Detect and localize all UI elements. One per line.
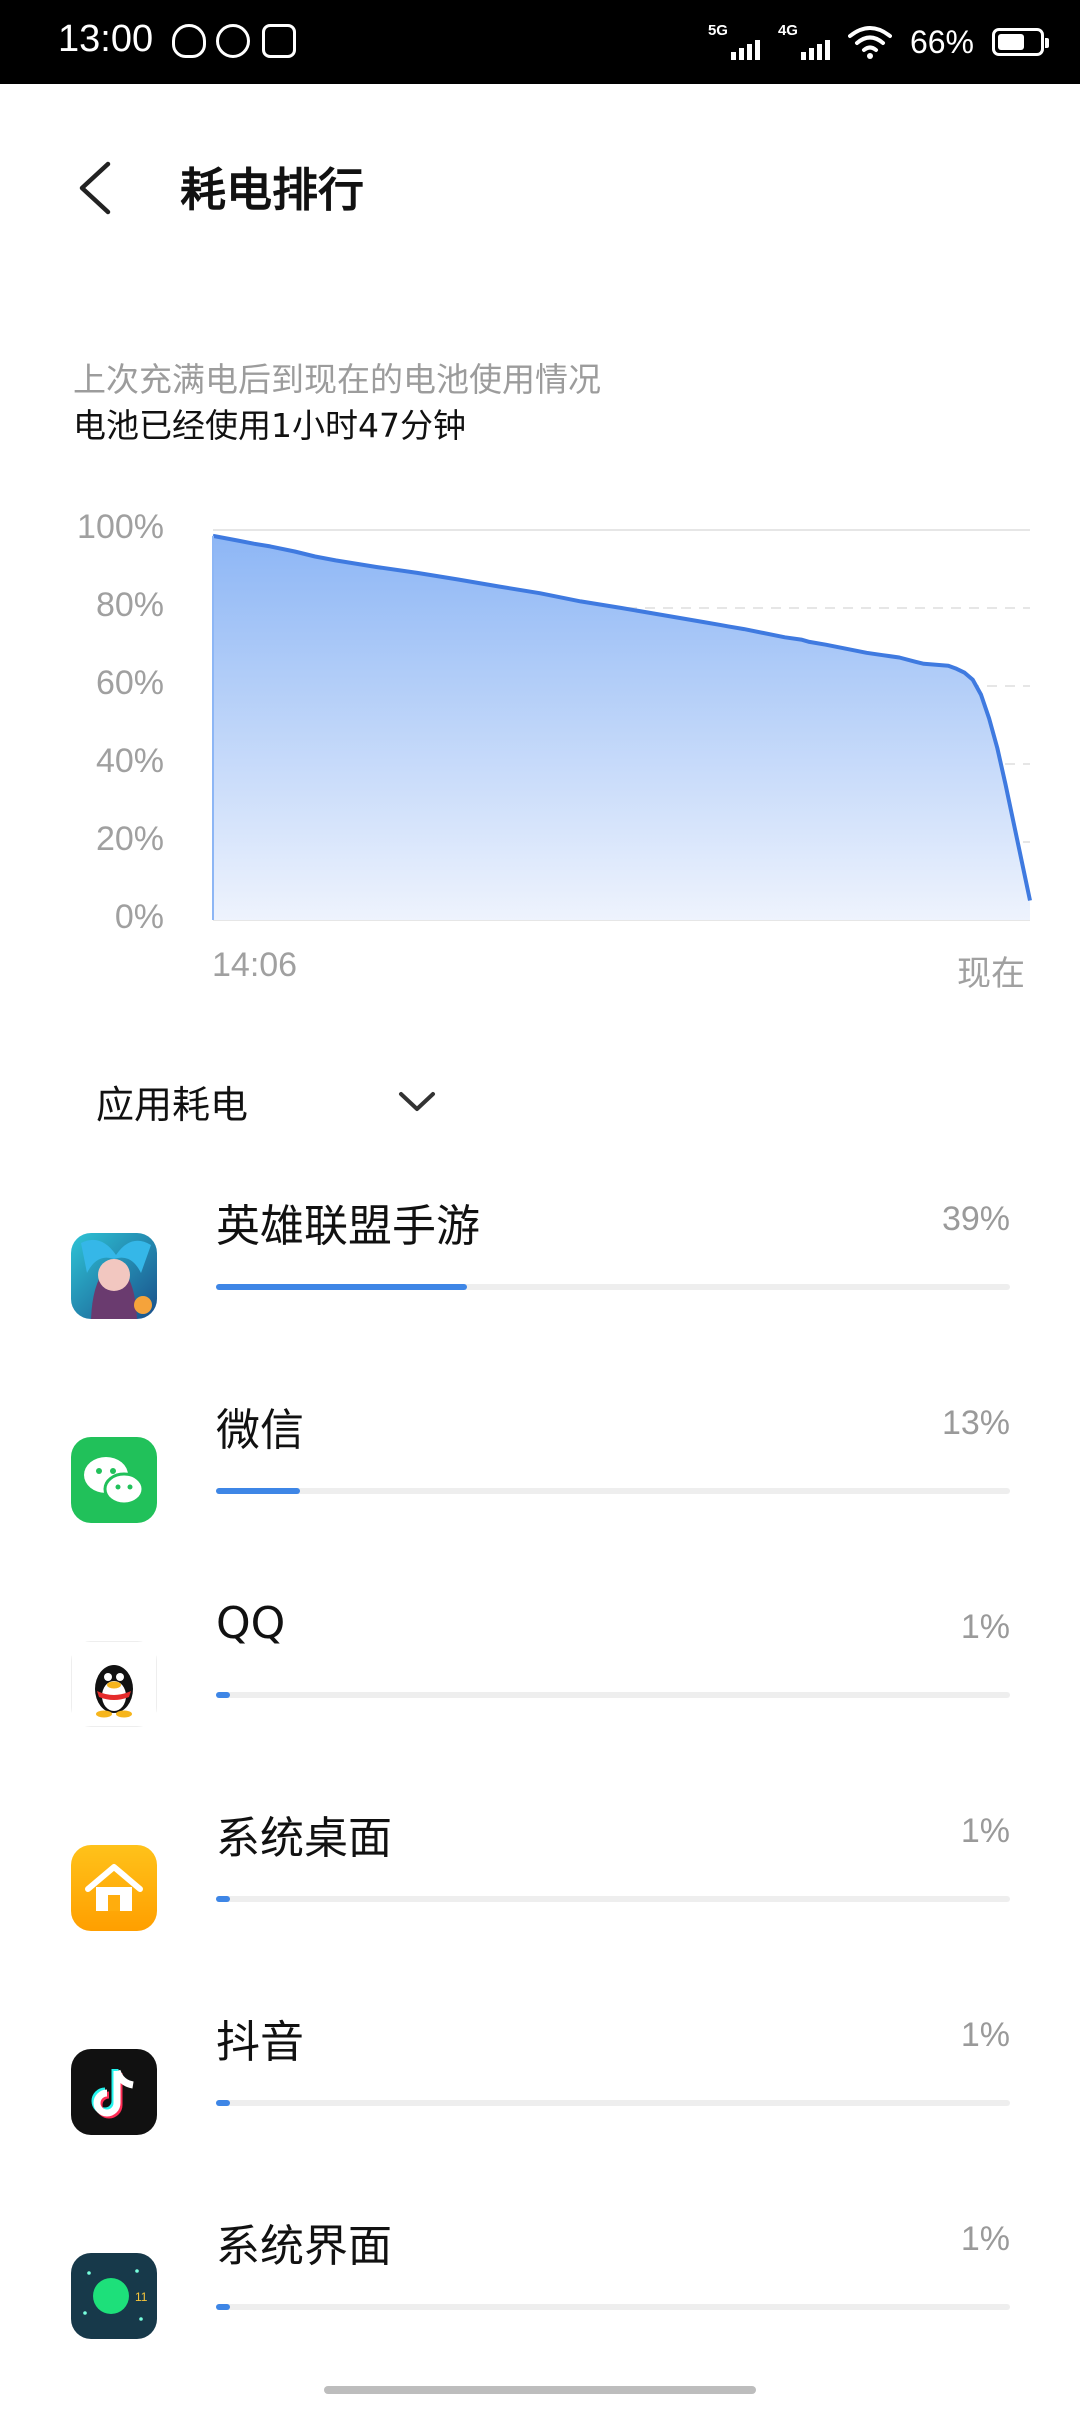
app-name: QQ <box>216 1598 286 1649</box>
qq-penguin-icon <box>71 1641 157 1727</box>
usage-bar-track <box>216 1692 1010 1698</box>
app-name: 抖音 <box>216 2017 304 2068</box>
douyin-icon <box>71 2049 157 2135</box>
system-ui-icon: 11 <box>71 2253 157 2339</box>
svg-text:11: 11 <box>135 2290 148 2304</box>
usage-bar-fill <box>216 2100 230 2106</box>
app-name: 微信 <box>216 1405 304 1456</box>
wechat-icon <box>71 1437 157 1523</box>
lol-wild-rift-icon <box>71 1233 157 1319</box>
app-name: 英雄联盟手游 <box>216 1201 480 1252</box>
app-usage-percent: 13% <box>941 1404 1010 1442</box>
app-name: 系统界面 <box>216 2221 392 2272</box>
battery-chart <box>212 529 1032 921</box>
usage-bar-fill <box>216 1284 467 1290</box>
app-usage-row[interactable]: 抖音 1% <box>0 2016 1080 2226</box>
home-indicator[interactable] <box>324 2386 756 2394</box>
usage-bar-track <box>216 2304 1010 2310</box>
app-usage-percent: 39% <box>941 1200 1010 1238</box>
app-usage-percent: 1% <box>960 2016 1010 2054</box>
app-usage-row[interactable]: QQ 1% <box>0 1598 1080 1818</box>
app-usage-percent: 1% <box>960 1812 1010 1850</box>
usage-bar-fill <box>216 1488 300 1494</box>
usage-bar-fill <box>216 2304 230 2310</box>
usage-bar-fill <box>216 1896 230 1902</box>
app-usage-percent: 1% <box>960 2220 1010 2258</box>
usage-bar-track <box>216 2100 1010 2106</box>
x-tick-label-start: 14:06 <box>212 946 298 984</box>
usage-bar-track <box>216 1488 1010 1494</box>
usage-type-dropdown[interactable]: 应用耗电 <box>96 1074 248 1129</box>
usage-bar-fill <box>216 1692 230 1698</box>
x-tick-label-end: 现在 <box>957 955 1025 993</box>
chevron-down-icon[interactable] <box>397 1090 437 1114</box>
battery-level-area <box>213 535 1030 920</box>
app-usage-row[interactable]: 英雄联盟手游 39% <box>0 1200 1080 1410</box>
usage-bar-track <box>216 1896 1010 1902</box>
app-usage-row[interactable]: 11 系统界面 1% <box>0 2220 1080 2430</box>
usage-bar-track <box>216 1284 1010 1290</box>
usage-type-label: 应用耗电 <box>96 1083 249 1127</box>
app-name: 系统桌面 <box>216 1813 392 1864</box>
app-usage-row[interactable]: 系统桌面 1% <box>0 1812 1080 2022</box>
app-usage-row[interactable]: 微信 13% <box>0 1404 1080 1614</box>
home-icon <box>71 1845 157 1931</box>
app-usage-percent: 1% <box>960 1608 1010 1646</box>
